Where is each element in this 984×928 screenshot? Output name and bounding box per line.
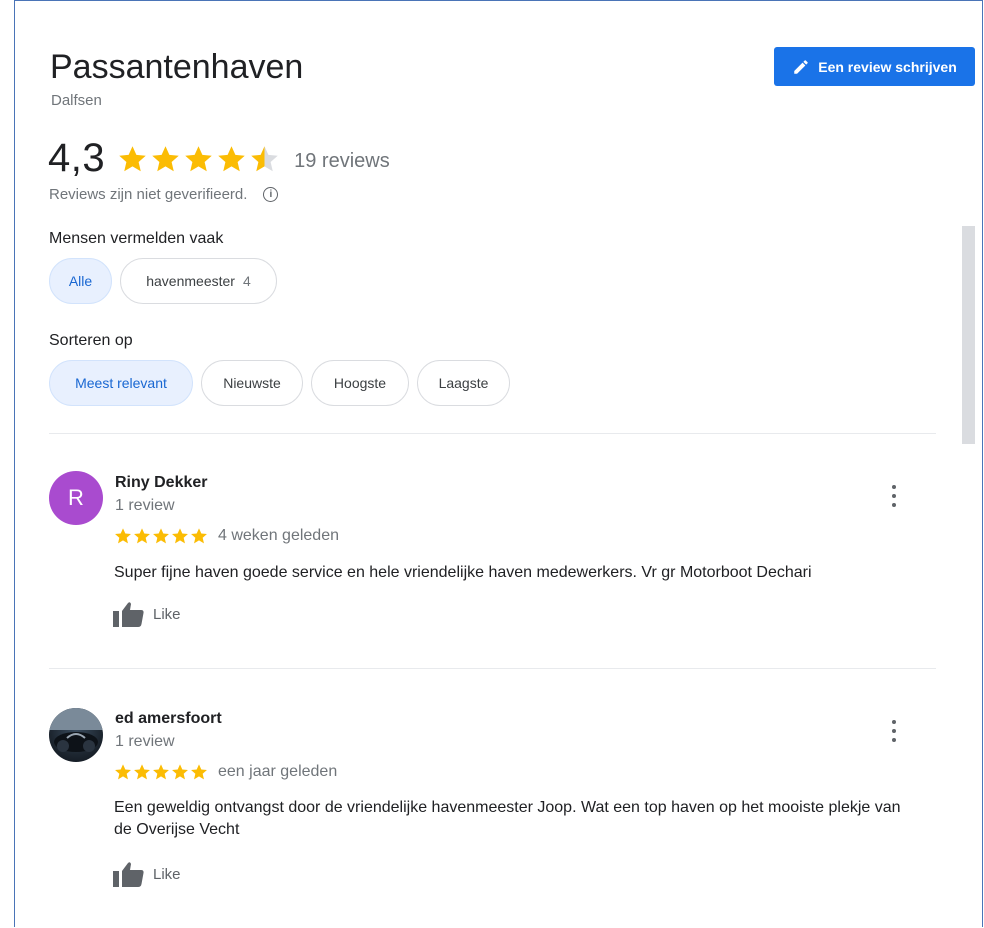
- place-title: Passantenhaven: [50, 48, 304, 86]
- like-label: Like: [153, 865, 181, 883]
- star-icon: [191, 528, 207, 544]
- chip-label: Alle: [68, 273, 93, 289]
- thumbs-up-icon: [113, 862, 144, 887]
- review-stars: [114, 527, 208, 545]
- avatar[interactable]: [49, 708, 103, 762]
- write-review-label: Een review schrijven: [818, 58, 957, 75]
- sort-chip-meest-relevant[interactable]: Meest relevant: [49, 360, 193, 406]
- rating-stars: [117, 144, 280, 174]
- review-rating-row: 4 weken geleden: [114, 527, 339, 545]
- sort-chip-nieuwste[interactable]: Nieuwste: [201, 360, 303, 406]
- mentions-label: Mensen vermelden vaak: [49, 230, 224, 247]
- more-options-icon[interactable]: [887, 485, 901, 507]
- review-text: Een geweldig ontvangst door de vriendeli…: [114, 799, 901, 838]
- star-icon: [134, 528, 150, 544]
- avatar[interactable]: R: [49, 471, 103, 525]
- chip-label: Meest relevant: [75, 375, 167, 391]
- reviewer-name[interactable]: ed amersfoort: [115, 710, 222, 728]
- avatar-photo: [49, 708, 103, 752]
- unverified-note: Reviews zijn niet geverifieerd. i: [49, 186, 279, 203]
- sort-chip-laagste[interactable]: Laagste: [417, 360, 510, 406]
- unverified-text: Reviews zijn niet geverifieerd.: [49, 186, 248, 203]
- scrollbar-thumb[interactable]: [962, 226, 975, 444]
- thumbs-up-icon: [113, 602, 144, 627]
- review-rating-row: een jaar geleden: [114, 763, 337, 781]
- divider: [49, 433, 936, 434]
- sort-chip-hoogste[interactable]: Hoogste: [311, 360, 409, 406]
- info-icon[interactable]: i: [263, 187, 279, 202]
- star-icon: [185, 145, 212, 171]
- reviewer-review-count: 1 review: [115, 497, 175, 514]
- chip-count: 4: [242, 273, 251, 289]
- reviews-count: 19 reviews: [294, 150, 390, 172]
- chip-label: Nieuwste: [223, 375, 281, 391]
- star-icon: [153, 528, 169, 544]
- pencil-icon: [794, 59, 808, 74]
- star-icon: [152, 145, 179, 171]
- rating-value: 4,3: [48, 136, 106, 180]
- write-review-button[interactable]: Een review schrijven: [774, 47, 975, 86]
- avatar-letter: R: [68, 485, 84, 510]
- place-location: Dalfsen: [51, 92, 102, 109]
- star-icon: [115, 528, 131, 544]
- star-icon: [172, 764, 188, 780]
- review-text: Super fijne haven goede service en hele …: [114, 564, 812, 581]
- star-half-icon: [251, 145, 278, 171]
- like-label: Like: [153, 605, 181, 623]
- chip-havenmeester[interactable]: havenmeester 4: [120, 258, 277, 304]
- rating-summary: 4,3 19 reviews: [48, 136, 390, 181]
- star-icon: [134, 764, 150, 780]
- star-icon: [115, 764, 131, 780]
- star-icon: [218, 145, 245, 171]
- chip-label: Hoogste: [333, 375, 387, 391]
- star-icon: [191, 764, 207, 780]
- reviewer-name[interactable]: Riny Dekker: [115, 474, 208, 492]
- sort-label: Sorteren op: [49, 332, 133, 349]
- more-options-icon[interactable]: [887, 720, 901, 742]
- chip-label: Laagste: [438, 375, 489, 391]
- star-icon: [172, 528, 188, 544]
- review-time: 4 weken geleden: [218, 527, 339, 544]
- like-button[interactable]: Like: [113, 601, 181, 627]
- chip-label: havenmeester: [146, 273, 235, 289]
- review-stars: [114, 763, 208, 781]
- star-icon: [119, 145, 146, 171]
- star-icon: [153, 764, 169, 780]
- like-button[interactable]: Like: [113, 861, 181, 887]
- chip-alle[interactable]: Alle: [49, 258, 112, 304]
- divider: [49, 668, 936, 669]
- reviewer-review-count: 1 review: [115, 733, 175, 750]
- review-time: een jaar geleden: [218, 763, 338, 780]
